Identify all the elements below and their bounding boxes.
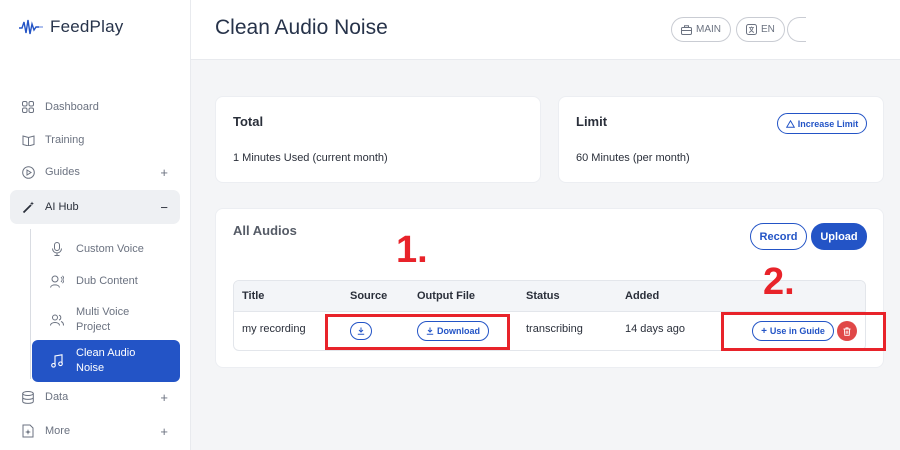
sidebar-subitem-multi-voice-project[interactable]: Multi Voice Project bbox=[32, 304, 180, 336]
database-icon bbox=[21, 390, 35, 404]
total-card-title: Total bbox=[233, 114, 264, 129]
column-header-source: Source bbox=[350, 290, 388, 302]
sidebar-item-dashboard[interactable]: Dashboard bbox=[10, 91, 180, 123]
column-header-output-file: Output File bbox=[417, 290, 476, 302]
app-name: FeedPlay bbox=[50, 17, 124, 36]
profile-menu-button[interactable] bbox=[787, 17, 806, 42]
grid-icon bbox=[21, 100, 35, 114]
translate-icon bbox=[746, 24, 757, 35]
column-header-added: Added bbox=[625, 290, 660, 302]
sidebar-subitem-label: Dub Content bbox=[76, 274, 138, 287]
sidebar-item-data[interactable]: Data + bbox=[10, 381, 180, 413]
expand-toggle[interactable]: + bbox=[160, 424, 168, 439]
sidebar-subitem-label: Clean Audio Noise bbox=[76, 347, 136, 374]
triangle-up-icon bbox=[785, 119, 795, 128]
column-header-title: Title bbox=[242, 290, 265, 302]
limit-card: Limit 60 Minutes (per month) Increase Li… bbox=[558, 96, 884, 183]
limit-text: 60 Minutes (per month) bbox=[576, 152, 690, 164]
language-label: EN bbox=[761, 24, 775, 35]
logo[interactable]: FeedPlay bbox=[18, 17, 123, 37]
all-audios-title: All Audios bbox=[233, 223, 297, 238]
increase-limit-button[interactable]: Increase Limit bbox=[777, 113, 867, 134]
sidebar-item-label: Data bbox=[45, 391, 69, 403]
waveform-logo-icon bbox=[19, 19, 43, 35]
book-icon bbox=[21, 133, 35, 147]
sidebar-item-label: Guides bbox=[45, 166, 80, 178]
annotation-box-1 bbox=[325, 314, 510, 350]
workspace-selector[interactable]: MAIN bbox=[671, 17, 731, 42]
sidebar-item-guides[interactable]: Guides + bbox=[10, 156, 180, 188]
sidebar-subitem-clean-audio-noise[interactable]: Clean Audio Noise bbox=[32, 340, 180, 382]
sidebar-item-label: Training bbox=[45, 134, 85, 146]
expand-toggle[interactable]: + bbox=[160, 165, 168, 180]
briefcase-icon bbox=[681, 24, 692, 35]
page-title: Clean Audio Noise bbox=[215, 16, 388, 39]
language-selector[interactable]: EN bbox=[736, 17, 785, 42]
row-status: transcribing bbox=[526, 323, 583, 335]
annotation-number-2: 2. bbox=[763, 261, 795, 303]
sidebar-item-more[interactable]: More + bbox=[10, 415, 180, 447]
top-header: Clean Audio Noise MAIN EN bbox=[191, 0, 900, 60]
speaking-head-icon bbox=[50, 274, 64, 288]
upload-button[interactable]: Upload bbox=[811, 223, 867, 250]
sidebar-item-training[interactable]: Training bbox=[10, 124, 180, 156]
sidebar-subitem-dub-content[interactable]: Dub Content bbox=[32, 272, 180, 290]
annotation-box-2 bbox=[721, 312, 886, 351]
limit-card-title: Limit bbox=[576, 114, 608, 129]
collapse-toggle[interactable]: − bbox=[160, 200, 168, 215]
row-title: my recording bbox=[242, 323, 306, 335]
sidebar-item-label: Dashboard bbox=[45, 101, 99, 113]
play-circle-icon bbox=[21, 165, 35, 179]
annotation-number-1: 1. bbox=[396, 229, 428, 271]
music-note-icon bbox=[50, 354, 64, 368]
expand-toggle[interactable]: + bbox=[160, 390, 168, 405]
microphone-icon bbox=[50, 242, 64, 256]
workspace-label: MAIN bbox=[696, 24, 721, 35]
increase-limit-label: Increase Limit bbox=[797, 118, 859, 129]
sidebar: FeedPlay Dashboard Training Guides + AI … bbox=[0, 0, 191, 450]
users-icon bbox=[50, 313, 64, 327]
sparkle-doc-icon bbox=[21, 424, 35, 438]
sidebar-item-ai-hub[interactable]: AI Hub − bbox=[10, 190, 180, 224]
total-card: Total 1 Minutes Used (current month) bbox=[215, 96, 541, 183]
sidebar-item-label: AI Hub bbox=[45, 201, 79, 213]
record-button[interactable]: Record bbox=[750, 223, 807, 250]
sidebar-subitem-custom-voice[interactable]: Custom Voice bbox=[32, 240, 180, 258]
sidebar-subitem-label: Custom Voice bbox=[76, 242, 144, 255]
magic-wand-icon bbox=[21, 200, 35, 214]
row-added: 14 days ago bbox=[625, 323, 685, 335]
sidebar-item-label: More bbox=[45, 425, 71, 437]
sidebar-subitem-label: Multi Voice Project bbox=[76, 306, 130, 333]
column-header-status: Status bbox=[526, 290, 560, 302]
total-usage-text: 1 Minutes Used (current month) bbox=[233, 152, 388, 164]
tree-line bbox=[30, 229, 31, 379]
